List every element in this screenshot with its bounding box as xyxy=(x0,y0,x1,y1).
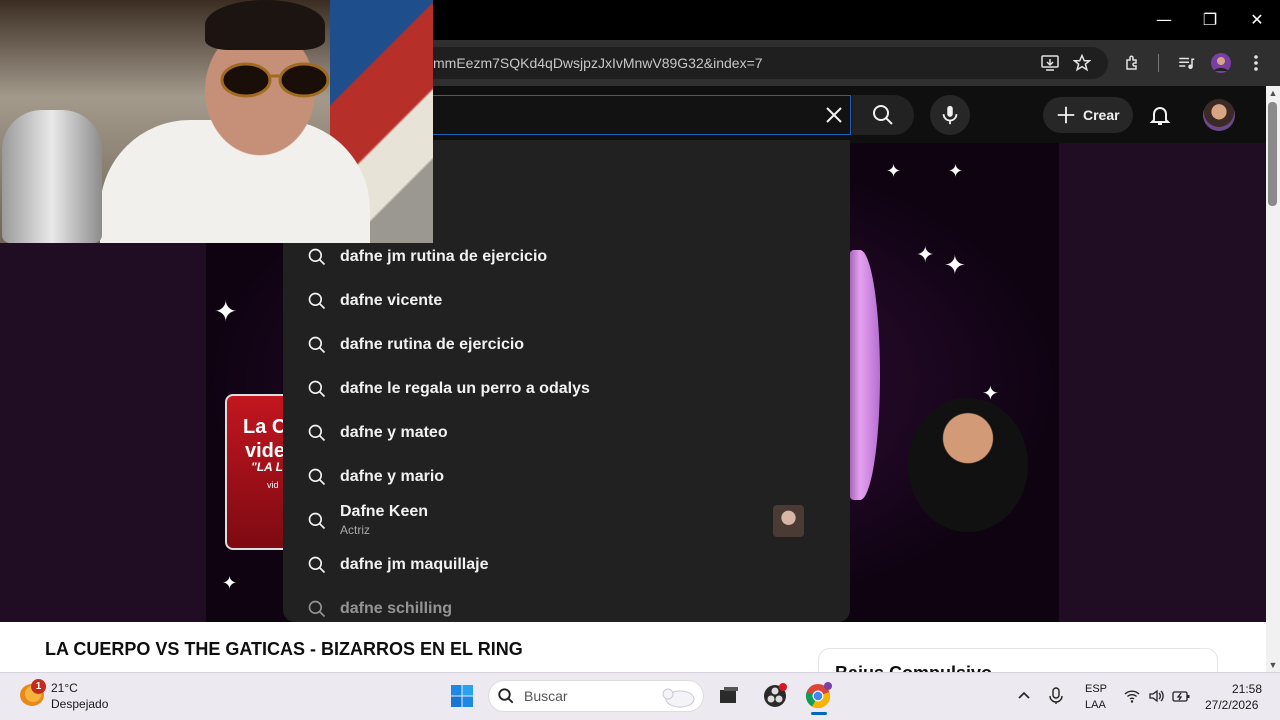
polar-bear-icon xyxy=(662,688,695,708)
close-window-icon[interactable]: ✕ xyxy=(1245,8,1269,32)
clock-date[interactable]: 27/2/2026 xyxy=(1205,698,1258,712)
webcam-overlay xyxy=(0,0,433,243)
webcam-person-hair xyxy=(205,0,325,50)
webcam-microphone xyxy=(2,110,102,243)
video-title: LA CUERPO VS THE GATICAS - BIZARROS EN E… xyxy=(45,639,523,659)
star-sparkle: ✦ xyxy=(916,243,935,268)
search-icon xyxy=(873,105,893,125)
card-text: La C xyxy=(243,416,287,438)
active-app-indicator xyxy=(811,712,827,715)
suggestion-text: dafne rutina de ejercicio xyxy=(340,336,525,353)
voice-search-button[interactable] xyxy=(930,95,970,135)
star-sparkle: ✦ xyxy=(944,251,966,281)
suggestion-item-entity[interactable]: Dafne Keen Actriz xyxy=(283,499,850,543)
search-icon xyxy=(308,292,326,310)
search-icon xyxy=(308,380,326,398)
wifi-icon[interactable] xyxy=(1124,688,1140,704)
suggestion-text: dafne jm maquillaje xyxy=(340,556,489,573)
suggestion-item[interactable]: dafne y mario xyxy=(283,455,850,499)
obs-studio-icon[interactable] xyxy=(761,682,789,710)
profile-avatar-icon[interactable] xyxy=(1209,51,1233,75)
suggestion-item[interactable]: dafne le regala un perro a odalys xyxy=(283,367,850,411)
suggestion-text: dafne y mario xyxy=(340,468,445,485)
search-icon xyxy=(308,248,326,266)
search-icon xyxy=(308,424,326,442)
taskbar-search-placeholder: Buscar xyxy=(524,688,568,704)
weather-description[interactable]: Despejado xyxy=(51,697,108,711)
notifications-bell-icon[interactable] xyxy=(1148,103,1172,127)
suggestion-text: dafne schilling xyxy=(340,600,453,617)
search-icon xyxy=(308,600,326,618)
suggestion-item[interactable]: dafne vicente xyxy=(283,279,850,323)
create-button-label: Crear xyxy=(1083,107,1120,123)
address-bar-url[interactable]: mmEezm7SQKd4qDwsjpzJxIvMnwV89G32&index=7 xyxy=(433,55,763,71)
clock-time[interactable]: 21:58 xyxy=(1232,682,1262,696)
person-cutout xyxy=(908,398,1028,532)
sunglasses-icon xyxy=(220,62,330,98)
search-icon xyxy=(308,336,326,354)
search-icon xyxy=(498,688,514,704)
account-avatar[interactable] xyxy=(1203,99,1235,131)
star-sparkle: ✦ xyxy=(886,161,902,182)
keyboard-layout[interactable]: LAA xyxy=(1085,699,1106,711)
chevron-up-icon[interactable] xyxy=(1016,688,1032,704)
suggestion-subtitle: Actriz xyxy=(340,523,370,537)
microphone-icon[interactable] xyxy=(1048,687,1064,705)
video-ambient-right xyxy=(1059,143,1266,622)
install-app-icon[interactable] xyxy=(1038,51,1062,75)
search-icon xyxy=(308,468,326,486)
search-button[interactable] xyxy=(852,95,914,135)
restore-icon[interactable]: ❐ xyxy=(1198,8,1222,32)
suggestion-thumbnail xyxy=(773,505,804,537)
battery-charging-icon[interactable] xyxy=(1172,688,1190,704)
windows-start-icon[interactable] xyxy=(450,684,474,708)
star-sparkle: ✦ xyxy=(214,295,238,328)
card-text: "LA L xyxy=(251,460,283,474)
keyboard-language[interactable]: ESP xyxy=(1085,683,1107,695)
volume-icon[interactable] xyxy=(1148,688,1164,704)
suggestion-text: dafne le regala un perro a odalys xyxy=(340,380,590,397)
scroll-up-arrow-icon[interactable]: ▲ xyxy=(1267,88,1279,98)
suggestion-text: dafne vicente xyxy=(340,292,443,309)
scroll-down-arrow-icon[interactable]: ▼ xyxy=(1267,660,1279,670)
extensions-icon[interactable] xyxy=(1121,51,1145,75)
chrome-browser-icon[interactable] xyxy=(804,682,832,710)
task-view-icon[interactable] xyxy=(714,682,742,710)
bookmark-star-icon[interactable] xyxy=(1070,51,1094,75)
star-sparkle: ✦ xyxy=(222,573,238,594)
media-controls-icon[interactable] xyxy=(1174,51,1198,75)
minimize-icon[interactable]: — xyxy=(1152,8,1176,32)
search-icon xyxy=(308,512,326,530)
microphone-icon xyxy=(942,105,958,125)
weather-badge: 1 xyxy=(31,679,46,694)
suggestion-item[interactable]: dafne rutina de ejercicio xyxy=(283,323,850,367)
clear-search-icon[interactable] xyxy=(822,103,846,127)
search-icon xyxy=(308,556,326,574)
suggestion-text: Dafne Keen xyxy=(340,503,429,520)
suggestion-item[interactable]: dafne jm maquillaje xyxy=(283,543,850,587)
star-sparkle: ✦ xyxy=(948,161,964,182)
suggestion-text: dafne y mateo xyxy=(340,424,448,441)
suggestion-text: dafne jm rutina de ejercicio xyxy=(340,248,548,265)
weather-temperature[interactable]: 21°C xyxy=(51,681,78,695)
suggestion-item[interactable]: dafne y mateo xyxy=(283,411,850,455)
browser-menu-icon[interactable] xyxy=(1244,51,1268,75)
toolbar-separator xyxy=(1158,54,1159,72)
scrollbar-thumb[interactable] xyxy=(1268,102,1277,206)
suggestion-item[interactable]: dafne schilling xyxy=(283,587,850,622)
create-button[interactable]: Crear xyxy=(1043,97,1133,133)
plus-icon xyxy=(1057,106,1075,124)
card-text: vid xyxy=(267,480,279,490)
